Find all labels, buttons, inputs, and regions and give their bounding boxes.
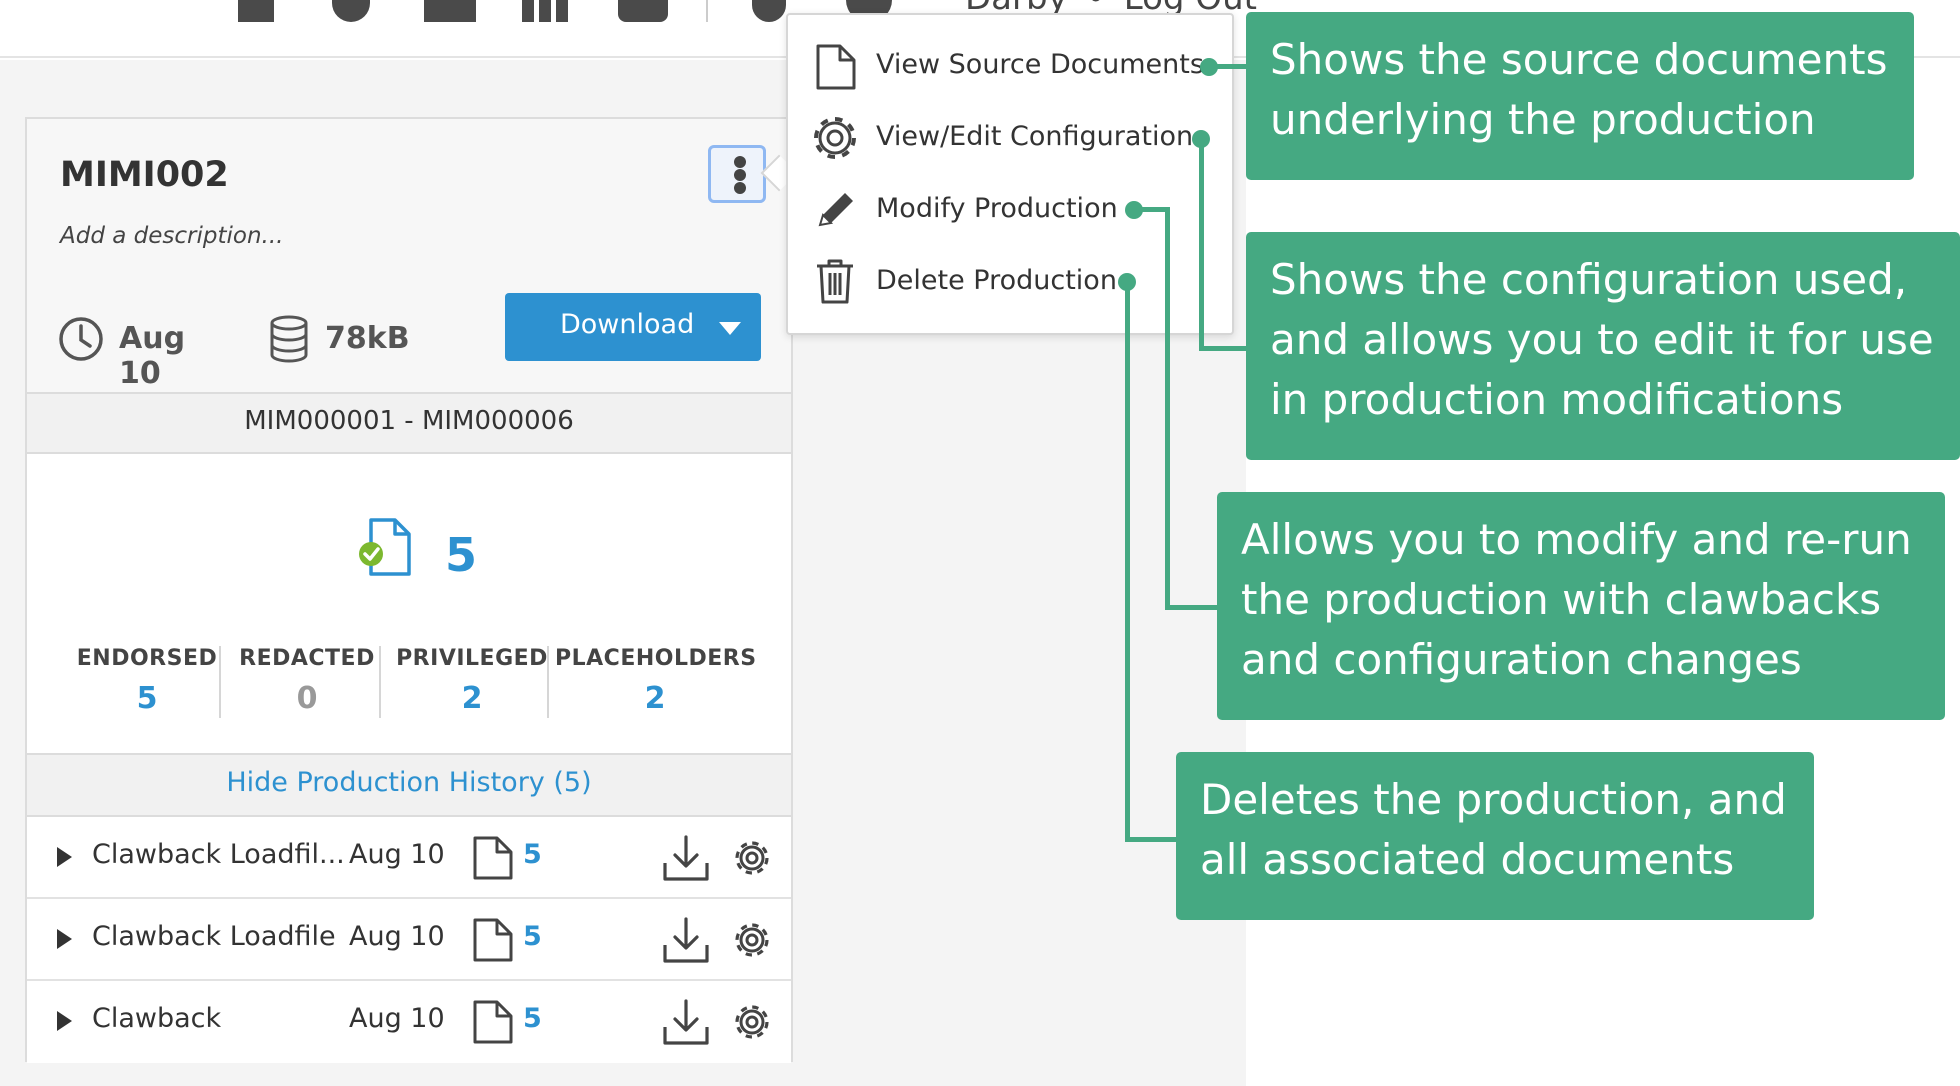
bates-range-row: MIM000001 - MIM000006 — [27, 394, 791, 454]
bar-chart-icon[interactable] — [522, 0, 568, 22]
stat-endorsed: ENDORSED 5 — [67, 646, 227, 716]
connector-line — [1125, 837, 1178, 842]
stat-divider — [379, 646, 381, 718]
production-title: MIMI002 — [60, 155, 229, 195]
stat-privileged: PRIVILEGED 2 — [389, 646, 555, 716]
gear-icon[interactable] — [727, 997, 777, 1047]
chevron-down-icon[interactable] — [719, 322, 741, 335]
download-button[interactable]: Download — [505, 293, 761, 361]
callout-view-source: Shows the source documents underlying th… — [1246, 12, 1914, 180]
download-label: Download — [560, 309, 695, 340]
download-icon[interactable] — [661, 833, 711, 883]
download-icon[interactable] — [661, 915, 711, 965]
inbox-icon[interactable] — [424, 0, 476, 22]
production-date: Aug 10 — [119, 321, 186, 391]
endorsed-document-icon — [359, 518, 411, 576]
nav-divider — [706, 0, 708, 22]
connector-line — [1199, 139, 1204, 351]
stat-label: ENDORSED — [76, 646, 218, 671]
pencil-icon — [818, 193, 853, 227]
connector-line — [1165, 207, 1170, 610]
production-size: 78kB — [325, 321, 410, 356]
user-settings-icon[interactable] — [618, 0, 668, 22]
history-toggle-row: Hide Production History (5) — [27, 753, 791, 817]
stat-divider — [547, 646, 549, 718]
menu-item-view-source-documents[interactable]: View Source Documents — [788, 35, 1234, 97]
history-count: 5 — [523, 839, 542, 870]
history-name: Clawback Loadfil... — [92, 839, 345, 870]
expand-triangle-icon[interactable] — [57, 847, 72, 867]
history-row[interactable]: Clawback Loadfile Aug 10 5 — [27, 899, 791, 981]
clock-icon — [59, 317, 103, 361]
gear-icon[interactable] — [727, 833, 777, 883]
stat-placeholders: PLACEHOLDERS 2 — [555, 646, 757, 716]
home-icon[interactable] — [238, 0, 274, 22]
callout-modify: Allows you to modify and re-run the prod… — [1217, 492, 1945, 720]
callout-delete: Deletes the production, and all associat… — [1176, 752, 1814, 920]
hide-history-link[interactable]: Hide Production History (5) — [27, 767, 791, 798]
stat-value: 0 — [296, 681, 318, 716]
document-icon — [473, 1000, 513, 1044]
history-name: Clawback — [92, 1003, 222, 1034]
document-icon — [473, 836, 513, 880]
stat-redacted: REDACTED 0 — [227, 646, 387, 716]
connector-line — [1165, 605, 1218, 610]
expand-triangle-icon[interactable] — [57, 1011, 72, 1031]
stat-label: PRIVILEGED — [396, 646, 548, 671]
stat-divider — [219, 646, 221, 718]
stat-value: 2 — [644, 681, 666, 716]
expand-triangle-icon[interactable] — [57, 929, 72, 949]
card-header: MIMI002 Add a description... Aug 10 78kB… — [27, 119, 791, 394]
document-icon — [473, 918, 513, 962]
stat-label: REDACTED — [239, 646, 375, 671]
production-stats: 5 ENDORSED 5 REDACTED 0 PRIVILEGED 2 PLA… — [27, 456, 791, 753]
description-field[interactable]: Add a description... — [60, 223, 283, 249]
history-count: 5 — [523, 1003, 542, 1034]
menu-item-label: Modify Production — [876, 193, 1118, 224]
trash-icon — [817, 259, 853, 304]
download-icon[interactable] — [661, 997, 711, 1047]
history-row[interactable]: Clawback Loadfil... Aug 10 5 — [27, 817, 791, 899]
history-date: Aug 10 — [349, 921, 445, 952]
connector-line — [1125, 282, 1130, 842]
document-count: 5 — [445, 528, 478, 582]
gear-icon[interactable] — [727, 915, 777, 965]
stat-value: 2 — [461, 681, 483, 716]
document-icon — [816, 44, 856, 90]
connector-line — [1199, 346, 1248, 351]
database-icon — [270, 315, 308, 363]
stat-value: 5 — [136, 681, 158, 716]
history-count: 5 — [523, 921, 542, 952]
menu-item-label: Delete Production — [876, 265, 1117, 296]
history-row[interactable]: Clawback Aug 10 5 — [27, 981, 791, 1063]
menu-item-label: View/Edit Configuration — [876, 121, 1194, 152]
stat-label: PLACEHOLDERS — [555, 646, 757, 671]
callout-view-edit-configuration: Shows the configuration used, and allows… — [1246, 232, 1960, 460]
more-options-button[interactable] — [708, 145, 766, 203]
bates-range: MIM000001 - MIM000006 — [244, 406, 574, 436]
history-date: Aug 10 — [349, 839, 445, 870]
menu-item-label: View Source Documents — [876, 49, 1204, 80]
production-card: MIMI002 Add a description... Aug 10 78kB… — [25, 117, 793, 1063]
location-pin-icon[interactable] — [752, 0, 786, 22]
gear-icon — [814, 117, 856, 159]
menu-item-view-edit-configuration[interactable]: View/Edit Configuration — [788, 107, 1234, 169]
search-icon[interactable] — [332, 0, 370, 22]
connector-line — [1210, 64, 1248, 69]
history-date: Aug 10 — [349, 1003, 445, 1034]
history-name: Clawback Loadfile — [92, 921, 336, 952]
